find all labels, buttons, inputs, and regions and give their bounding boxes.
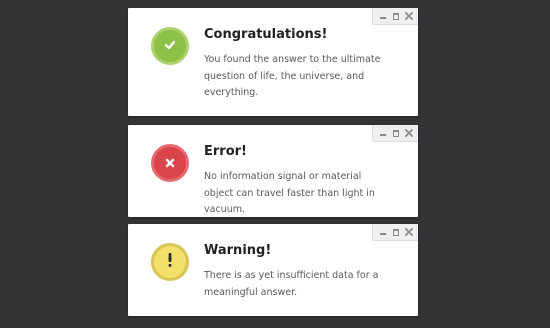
close-icon[interactable] xyxy=(404,128,414,138)
dialog-title: Congratulations! xyxy=(204,27,328,42)
success-badge xyxy=(151,27,189,65)
window-controls xyxy=(372,125,418,142)
success-dialog: Congratulations! You found the answer to… xyxy=(128,8,418,116)
dialog-message: No information signal or material object… xyxy=(204,171,375,215)
dialog-stack: Congratulations! You found the answer to… xyxy=(128,8,418,316)
dialog-message: You found the answer to the ultimate que… xyxy=(204,54,381,98)
minimize-icon[interactable] xyxy=(378,227,388,237)
maximize-icon[interactable] xyxy=(391,11,401,21)
window-controls xyxy=(372,224,418,241)
dialog-title: Error! xyxy=(204,144,247,159)
dialog-message: There is as yet insufficient data for a … xyxy=(204,270,379,298)
minimize-icon[interactable] xyxy=(378,128,388,138)
error-badge xyxy=(151,144,189,182)
warning-badge xyxy=(151,243,189,281)
window-controls xyxy=(372,8,418,25)
exclamation-icon xyxy=(167,252,173,272)
maximize-icon[interactable] xyxy=(391,227,401,237)
warning-dialog: Warning! There is as yet insufficient da… xyxy=(128,224,418,316)
maximize-icon[interactable] xyxy=(391,128,401,138)
error-dialog: Error! No information signal or material… xyxy=(128,125,418,217)
dialog-title: Warning! xyxy=(204,243,272,258)
x-icon xyxy=(164,154,176,173)
minimize-icon[interactable] xyxy=(378,11,388,21)
close-icon[interactable] xyxy=(404,11,414,21)
checkmark-icon xyxy=(163,37,177,56)
close-icon[interactable] xyxy=(404,227,414,237)
